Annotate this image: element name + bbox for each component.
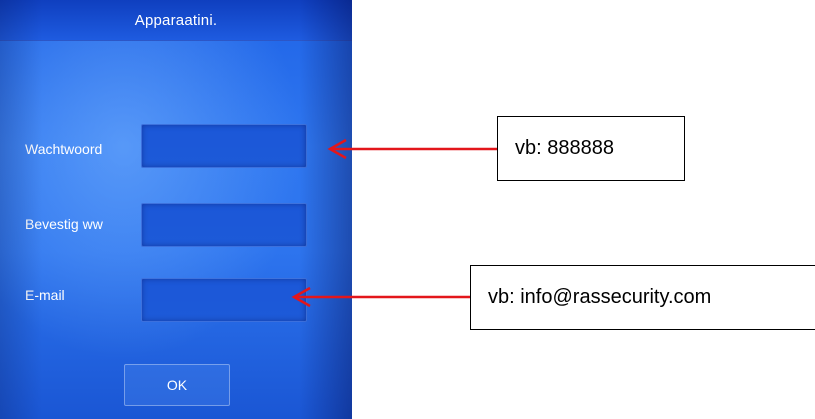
password-example-callout: vb: 888888 bbox=[497, 116, 685, 181]
email-arrow bbox=[291, 286, 470, 308]
email-example-callout: vb: info@rassecurity.com bbox=[470, 265, 815, 330]
annotation-arrows bbox=[291, 138, 497, 308]
password-arrow bbox=[327, 138, 497, 160]
